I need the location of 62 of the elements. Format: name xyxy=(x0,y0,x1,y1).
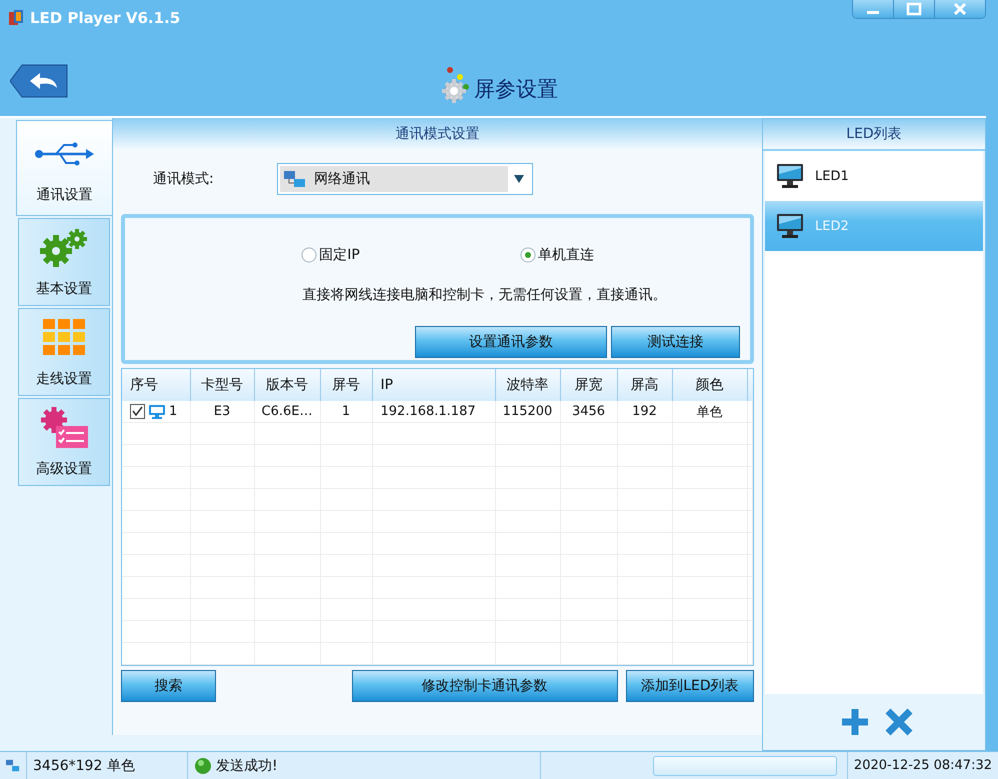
radio-label[interactable]: 单机直连 xyxy=(538,246,594,264)
panel-header: LED列表 xyxy=(763,119,985,151)
network-icon xyxy=(6,758,20,772)
modify-params-button[interactable]: 修改控制卡通讯参数 xyxy=(352,670,618,702)
monitor-icon xyxy=(775,212,805,240)
field-label: 通讯模式: xyxy=(153,170,215,188)
grid-icon xyxy=(43,319,85,357)
nav-tab[interactable]: 高级设置 xyxy=(18,398,110,486)
settings-list-icon xyxy=(38,406,90,450)
column-header[interactable]: 卡型号 xyxy=(190,369,254,401)
nav-tab[interactable]: 基本设置 xyxy=(18,218,110,306)
column-header[interactable]: 屏宽 xyxy=(560,369,617,401)
table-cell: 115200 xyxy=(502,404,552,419)
table-cell: 3456 xyxy=(572,404,606,419)
settings-button[interactable]: 设置通讯参数 xyxy=(415,326,607,358)
table-cell: C6.6E… xyxy=(262,404,312,419)
column-header[interactable]: IP xyxy=(372,369,495,401)
add-icon[interactable] xyxy=(840,707,870,737)
table-cell: 单色 xyxy=(696,404,722,420)
section-header: 通讯模式设置 xyxy=(113,118,762,150)
search-button[interactable]: 搜索 xyxy=(121,670,216,702)
table-cell: 1 xyxy=(342,404,350,419)
window-title: LED Player V6.1.5 xyxy=(30,9,180,27)
maximize-icon[interactable] xyxy=(893,0,934,18)
page-title: 屏参设置 xyxy=(474,76,558,103)
led-list-item[interactable]: LED1 xyxy=(765,151,983,201)
app-icon xyxy=(8,9,24,27)
column-header[interactable]: 版本号 xyxy=(254,369,320,401)
column-header[interactable]: 序号 xyxy=(122,369,190,401)
table-cell: 1 xyxy=(169,404,178,419)
radio-button[interactable] xyxy=(301,247,318,263)
nav-tab[interactable]: 走线设置 xyxy=(18,308,110,396)
close-icon[interactable] xyxy=(934,0,985,18)
monitor-icon xyxy=(775,162,805,190)
table-cell: 192 xyxy=(632,404,657,419)
status-time: 2020-12-25 08:47:32 xyxy=(852,757,993,775)
column-header[interactable]: 屏号 xyxy=(320,369,372,401)
radio-button[interactable] xyxy=(520,247,536,263)
status-text: 3456*192 单色 xyxy=(27,752,188,779)
table-cell: E3 xyxy=(214,404,230,419)
radio-label[interactable]: 固定IP xyxy=(319,246,360,264)
delete-icon[interactable] xyxy=(884,707,914,737)
column-header[interactable]: 波特率 xyxy=(495,369,560,401)
description-text: 直接将网线连接电脑和控制卡，无需任何设置，直接通讯。 xyxy=(302,286,666,304)
checkbox[interactable] xyxy=(130,404,145,419)
column-header[interactable]: 颜色 xyxy=(672,369,747,401)
mode-dropdown[interactable]: 网络通讯 xyxy=(277,163,533,195)
status-dot-icon xyxy=(194,756,212,774)
add-to-list-button[interactable]: 添加到LED列表 xyxy=(626,670,754,702)
test-connection-button[interactable]: 测试连接 xyxy=(611,326,740,358)
nav-tab[interactable]: 通讯设置 xyxy=(16,120,112,216)
status-message: 发送成功! xyxy=(216,756,278,774)
back-button[interactable] xyxy=(10,64,68,98)
table-cell: 192.168.1.187 xyxy=(380,404,476,419)
minimize-icon[interactable] xyxy=(853,0,893,18)
dropdown-arrow-icon xyxy=(514,175,524,183)
led-monitor-icon xyxy=(148,404,166,420)
usb-icon xyxy=(34,141,96,167)
network-icon xyxy=(284,170,306,188)
column-header[interactable]: 屏高 xyxy=(617,369,672,401)
gears-icon xyxy=(40,229,88,267)
gear-icon xyxy=(440,67,472,103)
